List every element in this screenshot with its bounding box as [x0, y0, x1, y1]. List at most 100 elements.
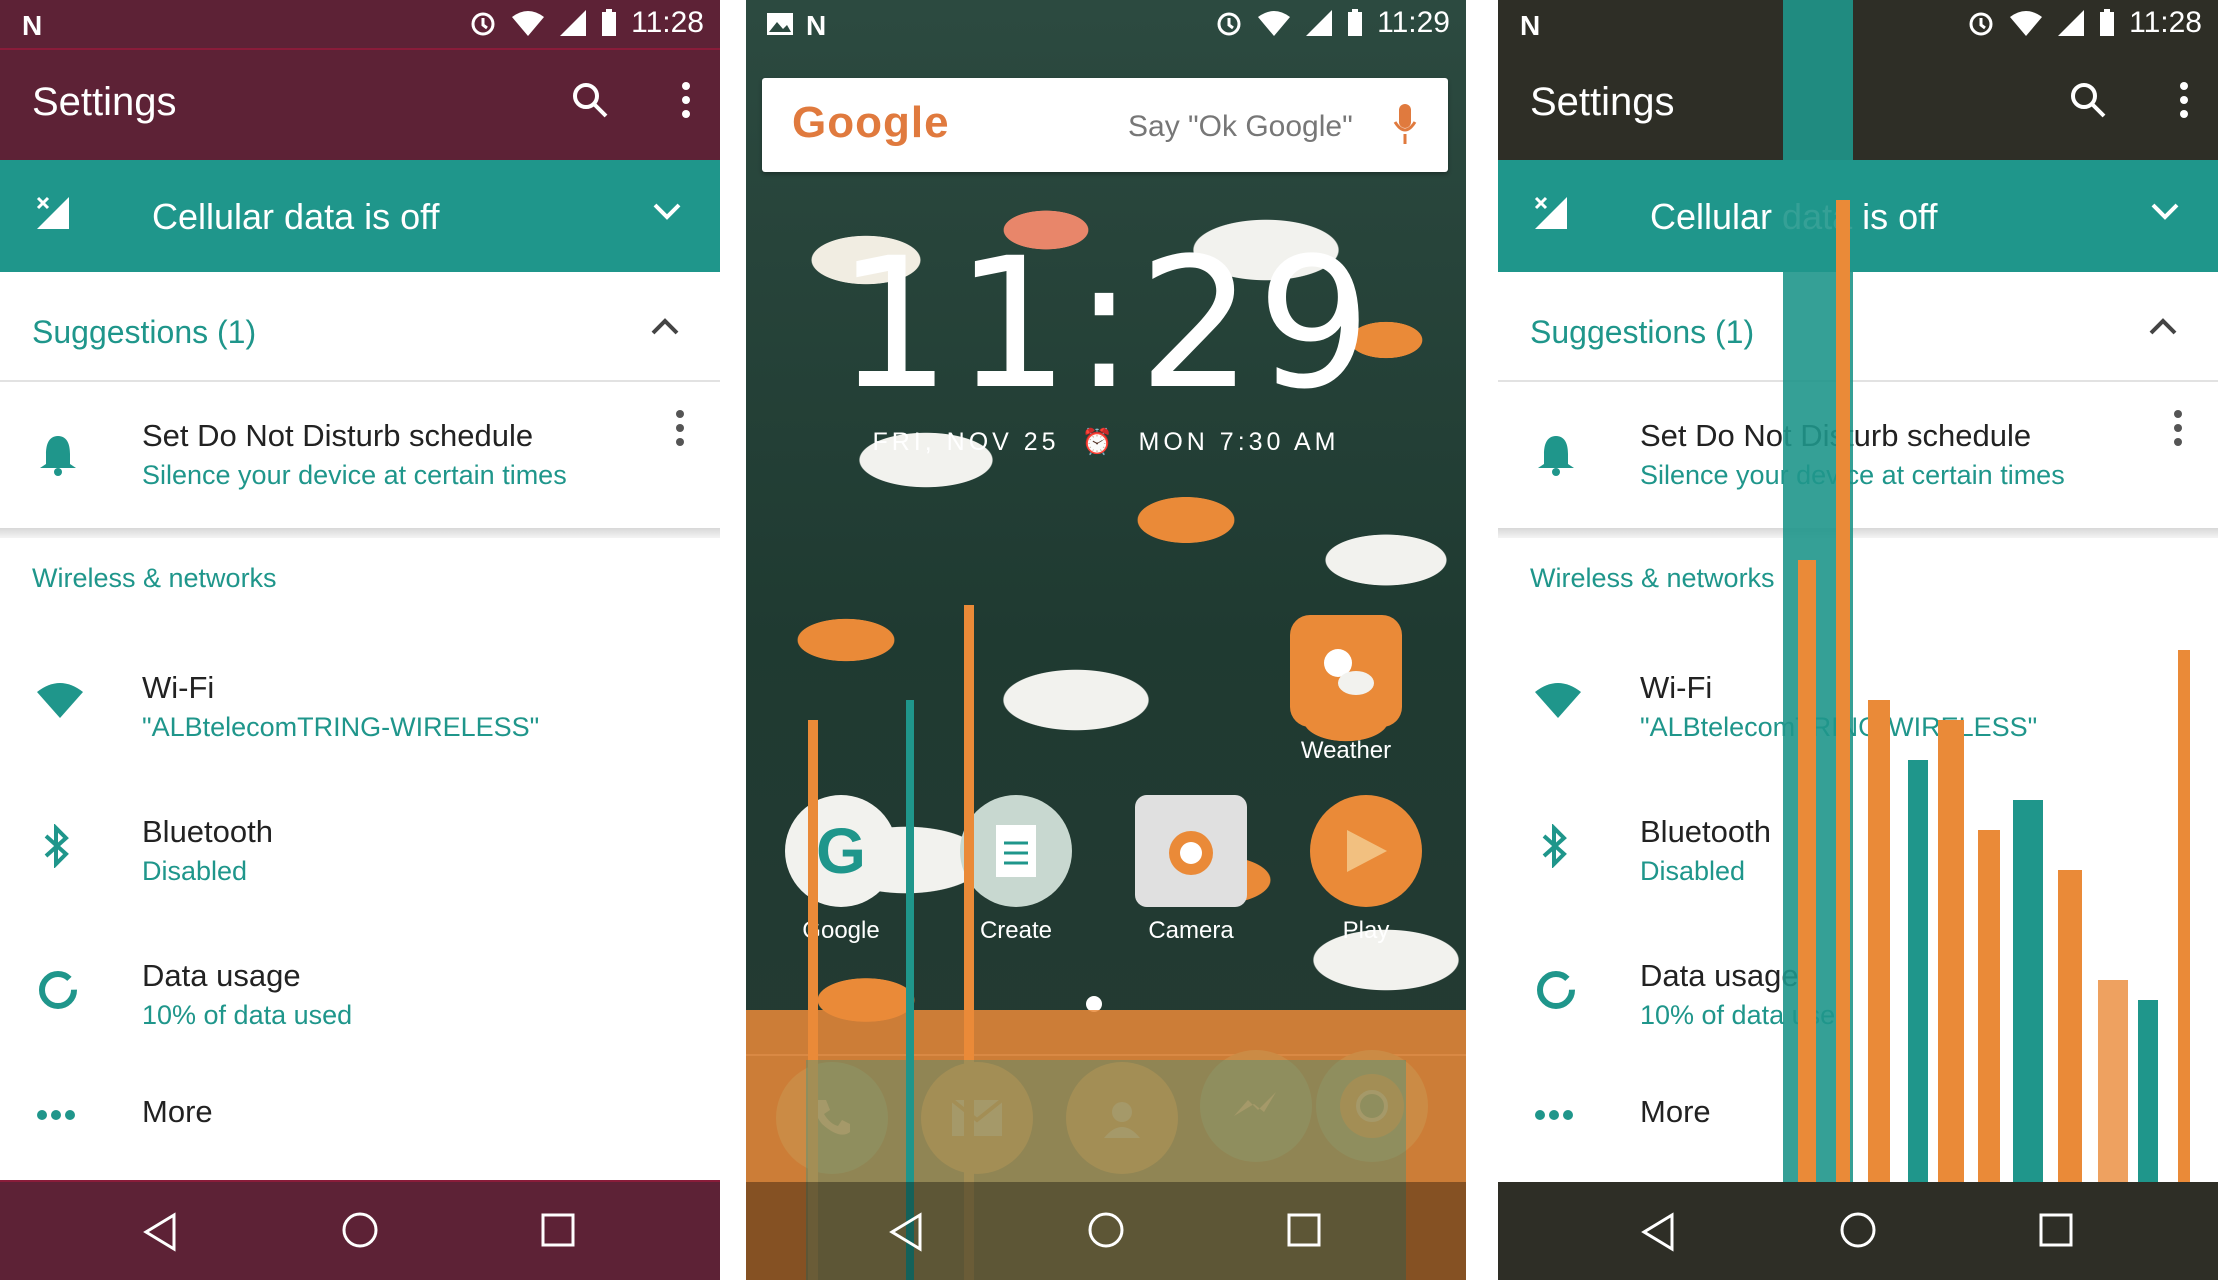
clock-widget[interactable]: 11:29 [746, 220, 1466, 429]
chevron-down-icon[interactable] [652, 202, 682, 227]
more-dots-icon [36, 1108, 76, 1126]
app-play[interactable]: Play [1296, 795, 1436, 945]
item-title: More [1640, 1094, 1711, 1129]
settings-item-more[interactable]: More [1498, 1068, 2218, 1178]
suggestion-menu-icon[interactable] [2172, 408, 2184, 453]
overflow-menu-icon[interactable] [680, 80, 692, 125]
recents-icon[interactable] [1286, 1212, 1322, 1253]
google-app-icon: G [785, 795, 897, 907]
gmail-icon[interactable] [921, 1062, 1033, 1174]
bell-icon [1536, 432, 1576, 481]
app-weather[interactable]: Weather [1276, 615, 1416, 765]
app-toolbar: Settings [0, 48, 720, 162]
settings-item-data-usage[interactable]: Data usage 10% of data used [1498, 924, 2218, 1064]
suggestions-header[interactable]: Suggestions (1) [0, 284, 720, 382]
wifi-icon [511, 9, 545, 37]
signal-off-icon [1305, 9, 1333, 37]
settings-item-wifi[interactable]: Wi-Fi "ALBtelecomTRING-WIRELESS" [1498, 636, 2218, 776]
overflow-menu-icon[interactable] [2178, 80, 2190, 125]
chevron-down-icon[interactable] [2150, 202, 2180, 227]
settings-item-wifi[interactable]: Wi-Fi "ALBtelecomTRING-WIRELESS" [0, 636, 720, 776]
home-screen-panel: N 11:29 Google Say "Ok Google" 11:29 FRI… [746, 0, 1466, 1280]
recents-icon[interactable] [540, 1212, 576, 1253]
battery-icon [1347, 9, 1363, 37]
battery-icon [601, 9, 617, 37]
suggestions-title: Suggestions (1) [32, 314, 257, 350]
microphone-icon[interactable] [1392, 102, 1418, 151]
suggestion-item[interactable]: Set Do Not Disturb schedule Silence your… [1498, 382, 2218, 528]
back-icon[interactable] [142, 1212, 178, 1257]
navigation-bar [1498, 1182, 2218, 1280]
app-label: Google [802, 917, 880, 944]
page-title: Settings [32, 80, 177, 124]
back-icon[interactable] [888, 1212, 924, 1257]
suggestion-subtitle: Silence your device at certain times [142, 460, 567, 490]
wifi-icon [36, 680, 84, 725]
camera-icon [1135, 795, 1247, 907]
status-bar: N 11:29 [746, 0, 1466, 50]
item-title: Wi-Fi [1640, 670, 1713, 705]
bell-icon [38, 432, 78, 481]
signal-off-icon [559, 9, 587, 37]
divider [1498, 528, 2218, 538]
settings-panel-left: N 11:28 Settings Cellular data is off Su… [0, 0, 720, 1280]
alarm-text: MON 7:30 AM [1138, 428, 1340, 456]
weather-icon [1290, 615, 1402, 727]
navigation-bar [746, 1182, 1466, 1280]
item-subtitle: 10% of data used [142, 1000, 353, 1030]
settings-item-more[interactable]: More [0, 1068, 720, 1178]
status-time: 11:29 [1377, 6, 1450, 39]
home-icon[interactable] [1086, 1210, 1126, 1255]
suggestions-title: Suggestions (1) [1530, 314, 1755, 350]
settings-item-bluetooth[interactable]: Bluetooth Disabled [1498, 780, 2218, 920]
alarm-icon [1215, 9, 1243, 37]
signal-off-icon [2057, 9, 2085, 37]
status-bar: N 11:28 [0, 0, 720, 52]
suggestions-header[interactable]: Suggestions (1) [1498, 284, 2218, 382]
suggestion-title: Set Do Not Disturb schedule [142, 418, 534, 453]
suggestion-subtitle: Silence your device at certain times [1640, 460, 2065, 490]
divider [0, 528, 720, 538]
messenger-icon[interactable] [1200, 1050, 1312, 1162]
battery-icon [2099, 9, 2115, 37]
app-google[interactable]: G Google [771, 795, 911, 945]
chevron-up-icon[interactable] [2148, 316, 2178, 341]
search-icon[interactable] [570, 80, 610, 125]
navigation-bar [0, 1180, 720, 1280]
item-title: Bluetooth [1640, 814, 1771, 849]
chrome-icon[interactable] [1316, 1050, 1428, 1162]
google-search-bar[interactable]: Google Say "Ok Google" [762, 78, 1448, 172]
condition-card[interactable]: Cellular data is off [1498, 160, 2218, 272]
condition-card[interactable]: Cellular data is off [0, 160, 720, 272]
home-icon[interactable] [340, 1210, 380, 1255]
chevron-up-icon[interactable] [650, 316, 680, 341]
back-icon[interactable] [1640, 1212, 1676, 1257]
settings-item-data-usage[interactable]: Data usage 10% of data used [0, 924, 720, 1064]
status-bar: N 11:28 [1498, 0, 2218, 50]
suggestion-menu-icon[interactable] [674, 408, 686, 453]
item-subtitle: 10% of data used [1640, 1000, 1851, 1030]
app-label: Play [1342, 917, 1390, 944]
item-subtitle: Disabled [142, 856, 248, 886]
wifi-icon [1534, 680, 1582, 725]
data-usage-icon [1534, 968, 1578, 1017]
notification-n-icon: N [806, 10, 827, 41]
recents-icon[interactable] [2038, 1212, 2074, 1253]
bluetooth-icon [1540, 823, 1570, 873]
app-create[interactable]: Create [946, 795, 1086, 945]
settings-item-bluetooth[interactable]: Bluetooth Disabled [0, 780, 720, 920]
contacts-icon[interactable] [1066, 1062, 1178, 1174]
item-title: Wi-Fi [142, 670, 215, 705]
notification-n-icon: N [22, 10, 43, 41]
search-icon[interactable] [2068, 80, 2108, 125]
play-music-icon [1310, 795, 1422, 907]
home-icon[interactable] [1838, 1210, 1878, 1255]
category-header: Wireless & networks [32, 563, 277, 593]
status-time: 11:28 [2129, 6, 2202, 39]
suggestion-item[interactable]: Set Do Not Disturb schedule Silence your… [0, 382, 720, 528]
item-subtitle: "ALBtelecomTRING-WIRELESS" [1640, 712, 2038, 742]
app-label: Create [979, 917, 1053, 944]
app-camera[interactable]: Camera [1121, 795, 1261, 945]
page-indicator [1086, 996, 1102, 1012]
phone-icon[interactable] [776, 1062, 888, 1174]
